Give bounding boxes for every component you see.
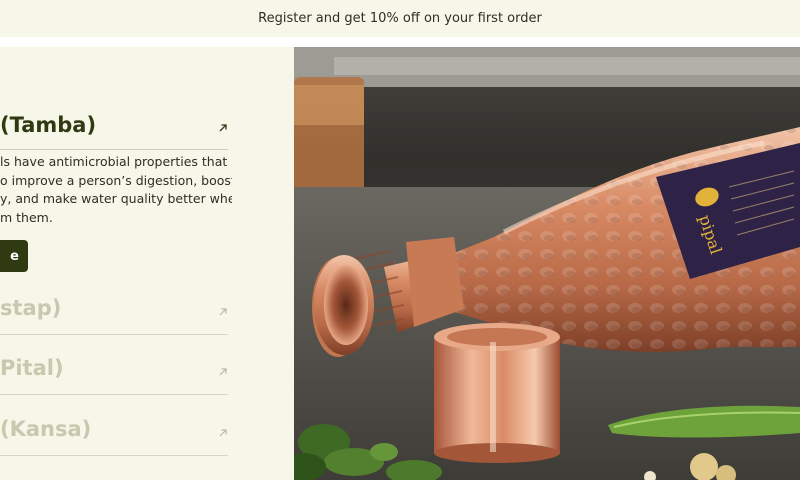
divider	[0, 334, 228, 335]
announcement-bar: Register and get 10% off on your first o…	[0, 0, 800, 37]
divider	[0, 455, 228, 456]
description-line: y, and make water quality better when	[0, 191, 232, 206]
accordion-description: ls have antimicrobial properties that o …	[0, 153, 232, 227]
arrow-up-right-icon[interactable]	[218, 367, 228, 377]
materials-accordion: (Tamba) ls have antimicrobial properties…	[0, 47, 294, 480]
copper-bottle-photo: pipal	[294, 47, 800, 480]
explore-button[interactable]: e	[0, 240, 28, 272]
accordion-title[interactable]: stap)	[0, 296, 61, 320]
header-gap	[0, 37, 800, 47]
arrow-up-right-icon[interactable]	[218, 123, 228, 133]
announcement-text: Register and get 10% off on your first o…	[258, 11, 542, 26]
divider	[0, 149, 228, 150]
description-line: m them.	[0, 209, 53, 225]
accordion-item-pital[interactable]: Pital)	[0, 356, 228, 396]
description-line: ls have antimicrobial properties that	[0, 154, 228, 169]
accordion-title[interactable]: (Kansa)	[0, 417, 91, 441]
accordion-item-kansa[interactable]: (Kansa)	[0, 417, 228, 457]
bottle-cap	[434, 323, 560, 463]
arrow-up-right-icon[interactable]	[218, 428, 228, 438]
accordion-title[interactable]: Pital)	[0, 356, 64, 380]
description-line: o improve a person’s digestion, boost	[0, 172, 232, 188]
arrow-up-right-icon[interactable]	[218, 307, 228, 317]
accordion-title-tamba[interactable]: (Tamba)	[0, 113, 96, 137]
divider	[0, 394, 228, 395]
accordion-item-pistal[interactable]: stap)	[0, 296, 228, 336]
